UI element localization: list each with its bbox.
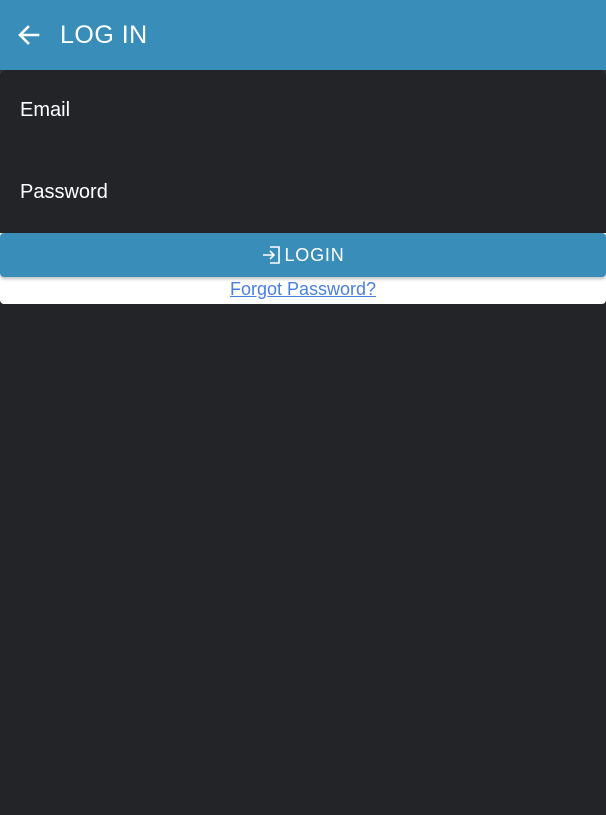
arrow-left-icon — [16, 22, 42, 48]
login-button[interactable]: LOGIN — [0, 233, 606, 277]
password-field-container — [0, 151, 606, 233]
password-field[interactable] — [0, 151, 606, 233]
email-field[interactable] — [0, 70, 606, 151]
forgot-password-container: Forgot Password? — [0, 278, 606, 300]
page-title: LOG IN — [60, 21, 148, 49]
forgot-password-link[interactable]: Forgot Password? — [230, 279, 376, 299]
app-header: LOG IN — [0, 0, 606, 70]
login-icon — [261, 244, 283, 266]
login-form: LOGIN Forgot Password? — [0, 70, 606, 304]
email-field-container — [0, 70, 606, 151]
app-root: LOG IN LOGIN Forgot Password? — [0, 0, 606, 815]
back-button[interactable] — [16, 22, 42, 48]
login-button-label: LOGIN — [284, 244, 345, 265]
